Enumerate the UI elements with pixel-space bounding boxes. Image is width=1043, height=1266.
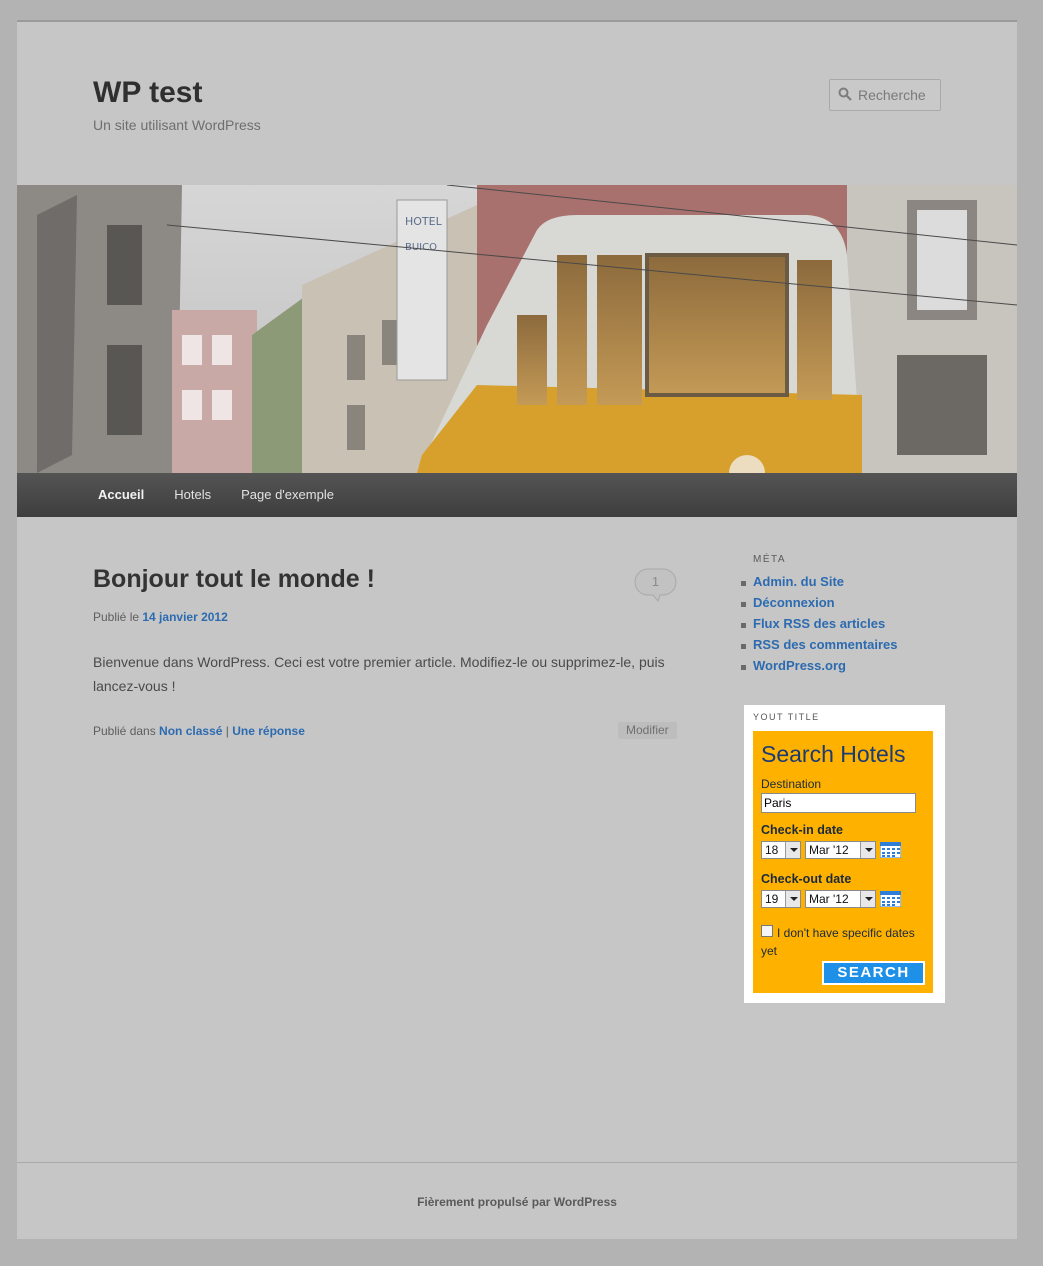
checkin-calendar-icon[interactable] [880,842,901,858]
nav-item-hotels[interactable]: Hotels [159,473,226,517]
checkin-month-value: Mar '12 [809,843,849,857]
post-date-link[interactable]: 14 janvier 2012 [142,610,227,624]
footer-divider [17,1162,1017,1163]
nav-item-page-exemple[interactable]: Page d'exemple [226,473,349,517]
destination-field[interactable] [761,793,916,813]
meta-link-logout[interactable]: Déconnexion [753,595,835,610]
header-banner-image[interactable]: HOTEL BUICO [17,185,1017,473]
chevron-down-icon [785,891,800,907]
hotel-search-widget: YOUT TITLE Search Hotels Destination Che… [744,705,945,1003]
category-prefix: Publié dans [93,724,160,738]
tram-street-image: HOTEL BUICO [17,185,1017,473]
checkout-day-select[interactable]: 19 [761,890,801,908]
meta-widget-title: MÉTA [753,554,787,565]
meta-link-comments-rss[interactable]: RSS des commentaires [753,637,898,652]
list-item: RSS des commentaires [741,637,898,658]
list-item: Flux RSS des articles [741,616,898,637]
posted-prefix: Publié le [93,610,143,624]
widget-title: YOUT TITLE [753,712,820,722]
comment-count-bubble[interactable]: 1 [634,568,677,603]
hotel-search-form: Search Hotels Destination Check-in date … [753,731,933,993]
meta-link-admin[interactable]: Admin. du Site [753,574,844,589]
svg-text:HOTEL: HOTEL [405,215,443,228]
list-item: WordPress.org [741,658,898,679]
checkin-label: Check-in date [761,823,843,837]
category-link[interactable]: Non classé [159,724,222,738]
comment-count: 1 [651,574,660,589]
site-description: Un site utilisant WordPress [93,117,261,133]
post-title[interactable]: Bonjour tout le monde ! [93,565,375,594]
nav-item-accueil[interactable]: Accueil [83,473,159,517]
search-icon [838,87,852,101]
checkout-label: Check-out date [761,872,852,886]
checkin-month-select[interactable]: Mar '12 [805,841,876,859]
chevron-down-icon [860,891,875,907]
chevron-down-icon [860,842,875,858]
page-container: WP test Un site utilisant WordPress Rech… [17,20,1017,1239]
destination-label: Destination [761,777,822,791]
post-footer-meta: Publié dans Non classé | Une réponse [93,724,305,738]
checkout-month-value: Mar '12 [809,892,849,906]
search-box[interactable] [829,79,941,111]
site-title[interactable]: WP test [93,76,202,110]
checkout-day-value: 19 [765,892,779,906]
checkin-day-value: 18 [765,843,779,857]
no-dates-label: I don't have specific dates yet [761,926,915,958]
main-nav: Accueil Hotels Page d'exemple [17,473,1017,517]
meta-separator: | [222,724,233,738]
chevron-down-icon [785,842,800,858]
search-input[interactable] [858,85,938,105]
footer-credit-link[interactable]: Fièrement propulsé par WordPress [17,1195,1017,1209]
search-button[interactable]: SEARCH [822,961,925,985]
checkout-month-select[interactable]: Mar '12 [805,890,876,908]
search-hotels-heading: Search Hotels [761,741,906,767]
post-date-line: Publié le 14 janvier 2012 [93,610,228,624]
meta-links-list: Admin. du Site Déconnexion Flux RSS des … [741,574,898,679]
list-item: Admin. du Site [741,574,898,595]
meta-link-wordpress-org[interactable]: WordPress.org [753,658,846,673]
meta-link-articles-rss[interactable]: Flux RSS des articles [753,616,885,631]
checkin-day-select[interactable]: 18 [761,841,801,859]
checkout-calendar-icon[interactable] [880,891,901,907]
list-item: Déconnexion [741,595,898,616]
replies-link[interactable]: Une réponse [232,724,305,738]
edit-post-button[interactable]: Modifier [618,722,677,739]
post-content: Bienvenue dans WordPress. Ceci est votre… [93,654,665,694]
